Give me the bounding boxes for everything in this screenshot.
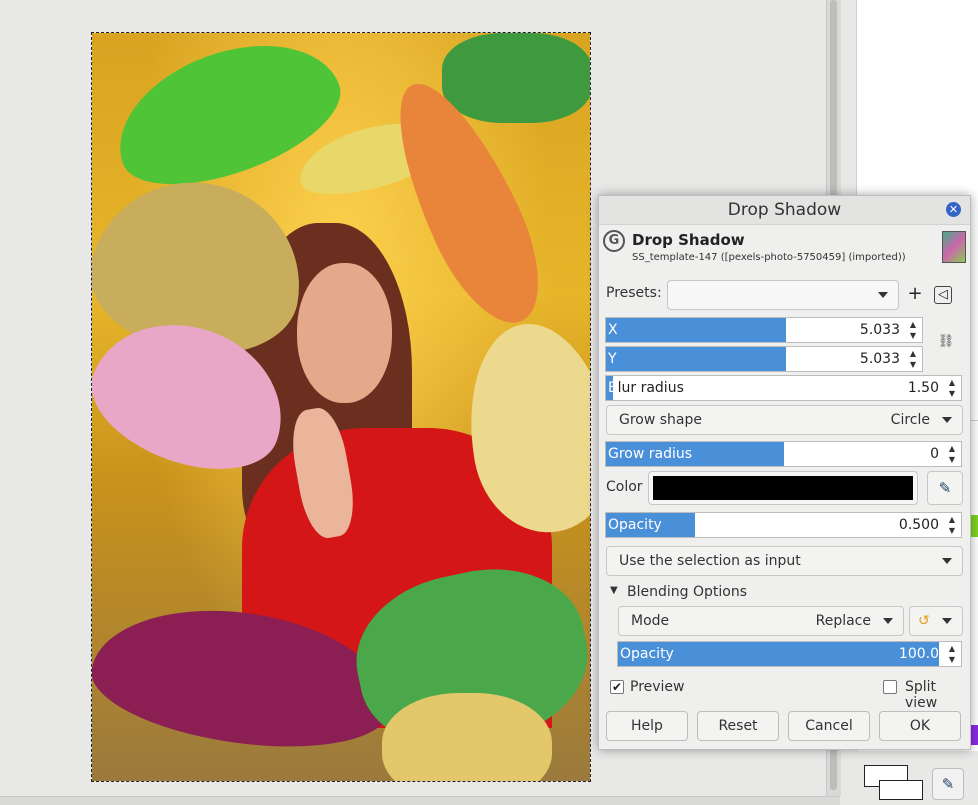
presets-row: Presets: + ◁	[606, 280, 963, 310]
blending-options-title: Blending Options	[627, 584, 747, 600]
y-fill	[606, 347, 787, 371]
x-stepper-icon[interactable]: ▲ ▼	[907, 319, 919, 341]
preview-label: Preview	[630, 679, 685, 695]
close-icon[interactable]: ✕	[946, 202, 961, 217]
y-value: 5.033	[859, 351, 900, 367]
person-face	[297, 263, 392, 403]
image-thumbnail	[942, 231, 966, 263]
blend-opacity-label: Opacity	[620, 646, 674, 662]
green-strip	[970, 515, 978, 537]
grow-radius-spinbutton[interactable]: Grow radius 0 ▲ ▼	[605, 441, 962, 467]
grow-shape-label: Grow shape	[619, 412, 703, 428]
blur-radius-label: Blur radius	[608, 380, 684, 396]
preset-menu-icon[interactable]: ◁	[934, 286, 952, 304]
reset-button[interactable]: Reset	[697, 711, 779, 741]
chevron-down-icon	[942, 618, 952, 624]
grow-radius-stepper-icon[interactable]: ▲ ▼	[946, 443, 958, 465]
drop-shadow-dialog: Drop Shadow ✕ G Drop Shadow SS_template-…	[598, 195, 971, 750]
help-button[interactable]: Help	[606, 711, 688, 741]
presets-combo[interactable]	[667, 280, 899, 310]
canvas-image[interactable]	[91, 32, 591, 782]
eyedropper-icon[interactable]: ✎	[927, 471, 963, 505]
dialog-buttons: Help Reset Cancel OK	[606, 711, 963, 741]
blending-options-expander[interactable]: ▼ Blending Options	[606, 583, 963, 603]
chain-link-icon[interactable]: ⛓	[935, 331, 957, 353]
mode-label: Mode	[631, 613, 670, 629]
x-fill	[606, 318, 787, 342]
blur-radius-stepper-icon[interactable]: ▲ ▼	[946, 377, 958, 399]
oak-leaf-top-right	[442, 33, 590, 123]
chevron-down-icon	[883, 618, 893, 624]
dialog-titlebar[interactable]: Drop Shadow ✕	[599, 196, 970, 225]
presets-label: Presets:	[606, 285, 662, 301]
x-label: X	[608, 322, 618, 338]
split-view-label: Split view	[905, 679, 938, 711]
split-view-checkbox[interactable]	[883, 680, 897, 694]
grow-shape-value: Circle	[890, 412, 930, 428]
x-spinbutton[interactable]: X 5.033 ▲ ▼	[605, 317, 923, 343]
input-mode-combo[interactable]: Use the selection as input	[606, 546, 963, 576]
blend-opacity-spinbutton[interactable]: Opacity 100.0 ▲ ▼	[617, 641, 962, 667]
grow-radius-label: Grow radius	[608, 446, 693, 462]
mode-combo[interactable]: Mode Replace	[618, 606, 904, 636]
chevron-down-icon	[878, 292, 888, 298]
purple-strip	[970, 725, 978, 745]
opacity-label: Opacity	[608, 517, 662, 533]
x-value: 5.033	[859, 322, 900, 338]
opacity-stepper-icon[interactable]: ▲ ▼	[946, 514, 958, 536]
dialog-window-title: Drop Shadow	[727, 200, 842, 220]
preview-row: ✔ Preview Split view	[606, 678, 963, 711]
y-spinbutton[interactable]: Y 5.033 ▲ ▼	[605, 346, 923, 372]
cancel-button[interactable]: Cancel	[788, 711, 870, 741]
filter-name: Drop Shadow	[632, 231, 745, 249]
chevron-down-icon	[942, 558, 952, 564]
grow-shape-combo[interactable]: Grow shape Circle	[606, 405, 963, 435]
gegl-logo-icon: G	[603, 230, 625, 252]
reset-icon: ↺	[918, 613, 930, 629]
expander-arrow-icon: ▼	[610, 585, 618, 596]
reset-mode-button[interactable]: ↺	[909, 606, 963, 636]
opacity-spinbutton[interactable]: Opacity 0.500 ▲ ▼	[605, 512, 962, 538]
image-subtitle: SS_template-147 ([pexels-photo-5750459] …	[632, 252, 906, 263]
blend-opacity-stepper-icon[interactable]: ▲ ▼	[946, 643, 958, 665]
ok-button[interactable]: OK	[879, 711, 961, 741]
opacity-value: 0.500	[898, 517, 939, 533]
blur-radius-value: 1.50	[907, 380, 939, 396]
dialog-header: G Drop Shadow SS_template-147 ([pexels-p…	[599, 225, 970, 267]
plus-icon[interactable]: +	[904, 283, 926, 305]
blend-opacity-value: 100.0	[898, 646, 939, 662]
chevron-down-icon	[942, 417, 952, 423]
yellow-oak-leaf	[382, 693, 552, 781]
y-label: Y	[608, 351, 617, 367]
input-mode-value: Use the selection as input	[619, 553, 801, 569]
mode-value: Replace	[815, 613, 871, 629]
blur-radius-spinbutton[interactable]: Blur radius 1.50 ▲ ▼	[605, 375, 962, 401]
grow-radius-value: 0	[930, 446, 939, 462]
color-button[interactable]	[648, 471, 918, 505]
color-label: Color	[606, 479, 643, 495]
y-stepper-icon[interactable]: ▲ ▼	[907, 348, 919, 370]
background-color-swatch[interactable]	[879, 780, 923, 800]
color-row: Color ✎	[606, 471, 963, 505]
color-picker-tool-icon[interactable]: ✎	[932, 768, 964, 800]
color-swatch	[653, 476, 913, 500]
preview-checkbox[interactable]: ✔	[610, 680, 624, 694]
